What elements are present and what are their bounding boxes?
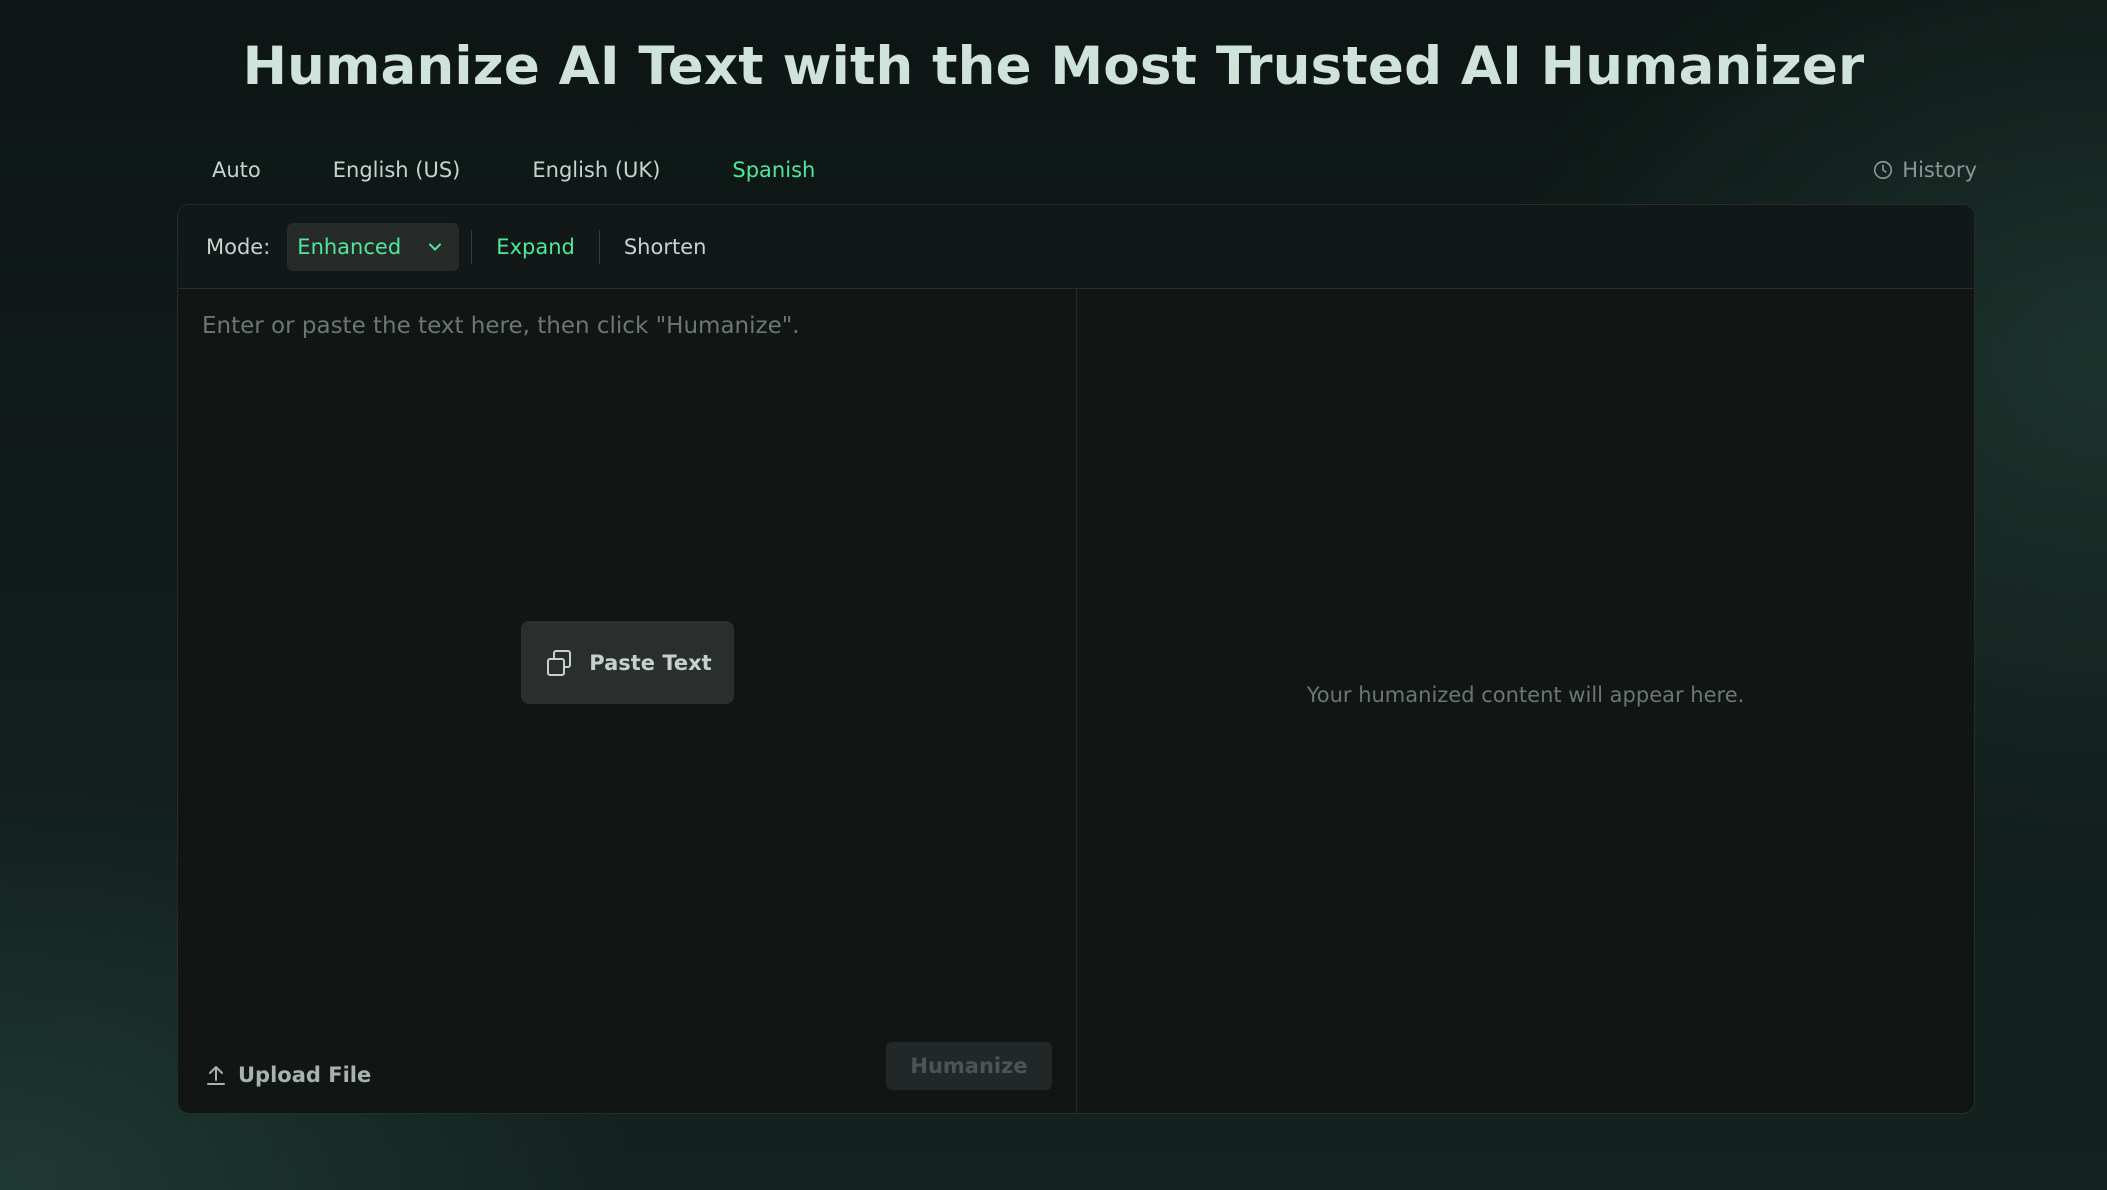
history-label: History <box>1902 158 1977 182</box>
editor-toolbar: Mode: Enhanced Expand Shorten <box>178 205 1974 289</box>
expand-button[interactable]: Expand <box>484 235 587 259</box>
chevron-down-icon <box>429 243 442 250</box>
upload-file-button[interactable]: Upload File <box>204 1063 371 1087</box>
tab-english-uk[interactable]: English (UK) <box>496 152 696 198</box>
tab-spanish[interactable]: Spanish <box>696 152 851 208</box>
output-placeholder: Your humanized content will appear here. <box>1306 683 1745 707</box>
clock-icon <box>1874 160 1893 180</box>
mode-dropdown[interactable]: Enhanced <box>287 222 460 271</box>
copy-icon <box>547 649 572 676</box>
tab-auto[interactable]: Auto <box>176 152 297 198</box>
toolbar-divider <box>598 229 600 264</box>
paste-text-label: Paste Text <box>589 650 712 675</box>
language-tabs: Auto English (US) English (UK) Spanish <box>176 152 851 208</box>
input-pane: Paste Text Upload File Humanize <box>178 289 1077 1113</box>
editor-panes: Paste Text Upload File Humanize Your hum… <box>178 289 1974 1113</box>
output-pane: Your humanized content will appear here. <box>1077 289 1974 1113</box>
paste-text-button[interactable]: Paste Text <box>521 621 734 704</box>
history-button[interactable]: History <box>1872 158 1977 182</box>
humanizer-editor: Mode: Enhanced Expand Shorten Paste Text <box>177 204 1975 1114</box>
tab-english-us[interactable]: English (US) <box>297 152 497 198</box>
page-title: Humanize AI Text with the Most Trusted A… <box>242 36 1865 97</box>
toolbar-divider <box>471 229 473 264</box>
mode-selected-value: Enhanced <box>297 234 402 259</box>
shorten-button[interactable]: Shorten <box>612 235 719 259</box>
humanize-button[interactable]: Humanize <box>886 1042 1052 1090</box>
mode-label: Mode: <box>206 234 271 259</box>
upload-file-label: Upload File <box>238 1063 372 1087</box>
upload-icon <box>207 1066 225 1085</box>
